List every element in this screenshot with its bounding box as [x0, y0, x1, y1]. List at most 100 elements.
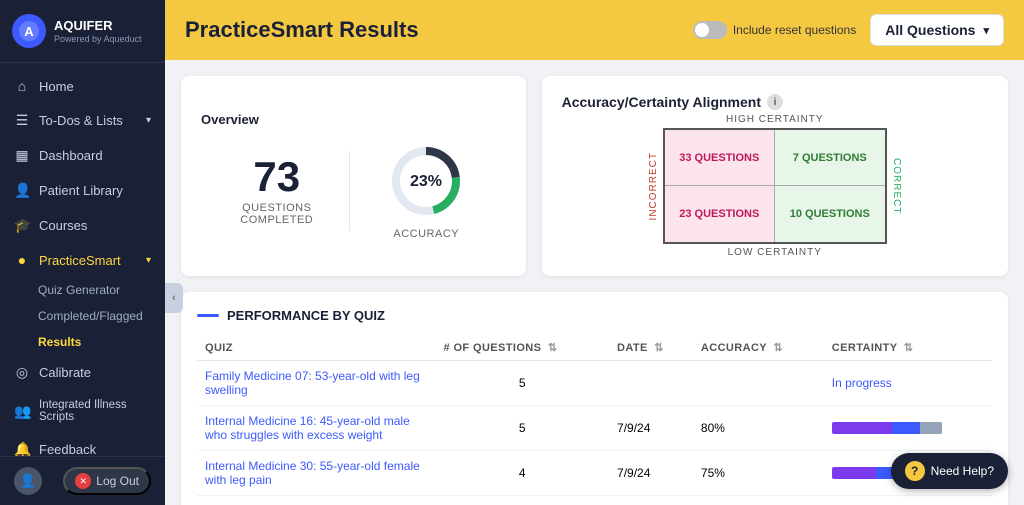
sidebar-item-label: PracticeSmart: [39, 253, 121, 268]
low-certainty-label: LOW CERTAINTY: [728, 247, 822, 258]
courses-icon: 🎓: [14, 217, 30, 234]
help-circle-icon: ?: [905, 461, 925, 481]
sidebar-navigation: ⌂ Home ☰ To-Dos & Lists ▾ ▦ Dashboard 👤 …: [0, 63, 165, 456]
accuracy-cell: 80%: [693, 406, 824, 451]
sidebar-item-todos[interactable]: ☰ To-Dos & Lists ▾: [0, 103, 165, 138]
accuracy-cell: 60%: [693, 496, 824, 505]
sidebar-item-calibrate[interactable]: ◎ Calibrate: [0, 355, 165, 390]
calibrate-icon: ◎: [14, 364, 30, 381]
accuracy-certainty-card: Accuracy/Certainty Alignment i INCORRECT…: [542, 76, 1008, 276]
include-reset-toggle-label: Include reset questions: [693, 21, 856, 39]
col-num-questions[interactable]: # OF QUESTIONS ⇅: [436, 335, 610, 361]
feedback-icon: 🔔: [14, 441, 30, 456]
overview-title: Overview: [201, 112, 506, 127]
sidebar-item-courses[interactable]: 🎓 Courses: [0, 208, 165, 243]
col-quiz[interactable]: QUIZ: [197, 335, 436, 361]
date-cell: [609, 361, 693, 406]
filter-dropdown-button[interactable]: All Questions ▾: [870, 14, 1004, 46]
content-area: Overview 73 QUESTIONS COMPLETED: [165, 60, 1024, 505]
info-icon[interactable]: i: [767, 94, 783, 110]
table-row: Family Medicine 07: 53-year-old with leg…: [197, 361, 992, 406]
need-help-label: Need Help?: [931, 464, 994, 478]
quiz-link[interactable]: Internal Medicine 30: 55-year-old female…: [205, 459, 420, 487]
sidebar-item-integrated-illness[interactable]: 👥 Integrated Illness Scripts: [0, 390, 165, 432]
quiz-cell: Family Medicine 07: 53-year-old with leg…: [197, 361, 436, 406]
main-content: PracticeSmart Results Include reset ques…: [165, 0, 1024, 505]
header-controls: Include reset questions All Questions ▾: [693, 14, 1004, 46]
sidebar-item-practicesmart[interactable]: ● PracticeSmart ▾: [0, 243, 165, 277]
quiz-cell: Family Medicine 05: 30-year-old female w…: [197, 496, 436, 505]
table-header: QUIZ # OF QUESTIONS ⇅ DATE ⇅ ACCURACY: [197, 335, 992, 361]
quadrant-incorrect-low[interactable]: 23 QUESTIONS: [665, 186, 775, 242]
performance-title: PERFORMANCE BY QUIZ: [197, 308, 992, 323]
quiz-cell: Internal Medicine 16: 45-year-old male w…: [197, 406, 436, 451]
include-reset-toggle[interactable]: [693, 21, 727, 39]
table-body: Family Medicine 07: 53-year-old with leg…: [197, 361, 992, 505]
sidebar-item-label: Courses: [39, 218, 87, 233]
logout-x-icon: ✕: [75, 473, 91, 489]
table-row: Family Medicine 05: 30-year-old female w…: [197, 496, 992, 505]
performance-section: PERFORMANCE BY QUIZ QUIZ # OF QUESTIONS …: [181, 292, 1008, 505]
svg-text:A: A: [24, 24, 34, 39]
questions-count: 73: [240, 156, 313, 198]
quiz-cell: Internal Medicine 30: 55-year-old female…: [197, 451, 436, 496]
vertical-divider: [349, 151, 350, 231]
sort-icon: ⇅: [773, 342, 783, 354]
need-help-button[interactable]: ? Need Help?: [891, 453, 1008, 489]
sidebar-logo: A AQUIFER Powered by Aqueduct: [0, 0, 165, 63]
sort-icon: ⇅: [904, 342, 914, 354]
accuracy-card-title: Accuracy/Certainty Alignment i: [562, 94, 988, 110]
filter-label: All Questions: [885, 22, 975, 38]
main-header: PracticeSmart Results Include reset ques…: [165, 0, 1024, 60]
chevron-down-icon: ▾: [983, 24, 989, 37]
quadrant-grid: 33 QUESTIONS 7 QUESTIONS 23 QUESTIONS 10…: [663, 128, 887, 244]
sidebar-item-feedback[interactable]: 🔔 Feedback: [0, 432, 165, 456]
aquifer-logo-icon: A: [12, 14, 46, 48]
quiz-link[interactable]: Internal Medicine 16: 45-year-old male w…: [205, 414, 410, 442]
quadrant-incorrect-high[interactable]: 33 QUESTIONS: [665, 130, 775, 186]
sidebar-item-dashboard[interactable]: ▦ Dashboard: [0, 138, 165, 173]
sidebar-item-home[interactable]: ⌂ Home: [0, 69, 165, 103]
sidebar-item-quiz-generator[interactable]: Quiz Generator: [38, 277, 165, 303]
alignment-grid: INCORRECT HIGH CERTAINTY 33 QUESTIONS 7 …: [562, 114, 988, 258]
sidebar-item-label: To-Dos & Lists: [39, 113, 123, 128]
table-row: Internal Medicine 30: 55-year-old female…: [197, 451, 992, 496]
col-accuracy[interactable]: ACCURACY ⇅: [693, 335, 824, 361]
expand-icon: ▾: [146, 255, 151, 266]
col-date[interactable]: DATE ⇅: [609, 335, 693, 361]
num-questions-cell: 5: [436, 361, 610, 406]
quadrant-correct-low[interactable]: 10 QUESTIONS: [775, 186, 885, 242]
overview-row: Overview 73 QUESTIONS COMPLETED: [181, 76, 1008, 276]
sidebar: A AQUIFER Powered by Aqueduct ⌂ Home ☰ T…: [0, 0, 165, 505]
sidebar-item-label: Patient Library: [39, 183, 123, 198]
quiz-link[interactable]: Family Medicine 07: 53-year-old with leg…: [205, 369, 420, 397]
certainty-bar: [832, 422, 984, 434]
illness-scripts-icon: 👥: [14, 403, 30, 420]
sort-icon: ⇅: [548, 342, 558, 354]
sort-icon: ⇅: [654, 342, 664, 354]
sidebar-item-patient-library[interactable]: 👤 Patient Library: [0, 173, 165, 208]
practicesmart-icon: ●: [14, 252, 30, 268]
certainty-cell: In progress: [824, 361, 992, 406]
svg-text:23%: 23%: [410, 173, 442, 190]
certainty-cell: [824, 406, 992, 451]
num-questions-cell: 4: [436, 451, 610, 496]
toggle-thumb: [695, 23, 709, 37]
performance-title-line: [197, 314, 219, 317]
sidebar-collapse-button[interactable]: ‹: [165, 283, 183, 313]
col-certainty[interactable]: CERTAINTY ⇅: [824, 335, 992, 361]
logo-text: AQUIFER: [54, 18, 142, 34]
incorrect-axis-label: INCORRECT: [648, 152, 659, 220]
sidebar-item-completed-flagged[interactable]: Completed/Flagged: [38, 303, 165, 329]
avatar: 👤: [14, 467, 42, 495]
sidebar-item-label: Dashboard: [39, 148, 103, 163]
practicesmart-submenu: Quiz Generator Completed/Flagged Results: [0, 277, 165, 355]
logout-button[interactable]: ✕ Log Out: [63, 467, 151, 495]
sidebar-item-label: Feedback: [39, 442, 96, 456]
sidebar-bottom: 👤 ✕ Log Out: [0, 456, 165, 505]
sidebar-item-label: Integrated Illness Scripts: [39, 399, 151, 423]
quadrant-correct-high[interactable]: 7 QUESTIONS: [775, 130, 885, 186]
home-icon: ⌂: [14, 78, 30, 94]
list-icon: ☰: [14, 112, 30, 129]
sidebar-item-results[interactable]: Results: [38, 329, 165, 355]
